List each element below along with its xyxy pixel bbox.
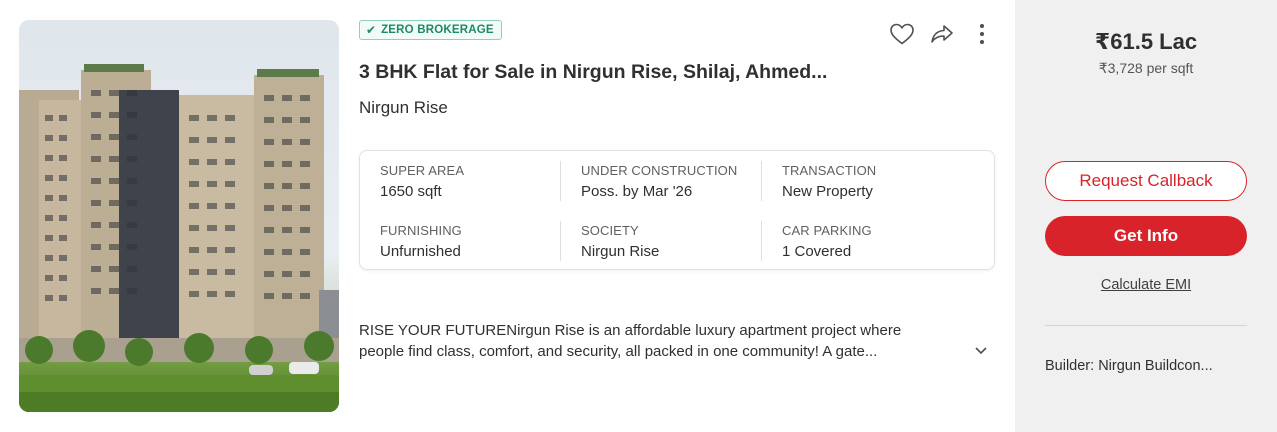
calculate-emi-link[interactable]: Calculate EMI — [1015, 277, 1277, 293]
card-actions — [889, 21, 995, 47]
detail-value: Poss. by Mar '26 — [581, 183, 693, 200]
listing-description: RISE YOUR FUTURENirgun Rise is an afford… — [359, 320, 989, 362]
description-line-2: people find class, comfort, and security… — [359, 343, 878, 360]
heart-icon[interactable] — [889, 21, 915, 47]
detail-society: SOCIETY Nirgun Rise — [581, 223, 761, 260]
description-line-1: RISE YOUR FUTURENirgun Rise is an afford… — [359, 322, 902, 339]
detail-label: SOCIETY — [581, 223, 639, 238]
detail-label: UNDER CONSTRUCTION — [581, 163, 738, 178]
listing-title[interactable]: 3 BHK Flat for Sale in Nirgun Rise, Shil… — [359, 61, 899, 84]
price: ₹61.5 Lac — [1094, 29, 1198, 54]
divider — [761, 161, 762, 201]
chevron-down-icon[interactable] — [974, 343, 988, 361]
listing-main: ✔ ZERO BROKERAGE 3 BHK Flat for Sale in … — [359, 0, 999, 432]
property-details-box: SUPER AREA 1650 sqft UNDER CONSTRUCTION … — [359, 150, 995, 270]
property-card[interactable]: ✔ ZERO BROKERAGE 3 BHK Flat for Sale in … — [0, 0, 1277, 432]
more-vertical-icon[interactable] — [969, 21, 995, 47]
divider — [1045, 325, 1247, 326]
detail-furnishing: FURNISHING Unfurnished — [380, 223, 560, 260]
detail-value: Nirgun Rise — [581, 243, 660, 260]
detail-super-area: SUPER AREA 1650 sqft — [380, 163, 560, 200]
detail-label: CAR PARKING — [782, 223, 872, 238]
price-per-sqft: ₹3,728 per sqft — [1098, 60, 1194, 76]
building-image — [19, 64, 339, 412]
detail-label: FURNISHING — [380, 223, 462, 238]
divider — [560, 221, 561, 261]
detail-transaction: TRANSACTION New Property — [782, 163, 962, 200]
detail-car-parking: CAR PARKING 1 Covered — [782, 223, 962, 260]
zero-brokerage-badge: ✔ ZERO BROKERAGE — [359, 20, 502, 40]
property-photo[interactable] — [19, 20, 339, 412]
pricing-panel: ₹61.5 Lac ₹3,728 per sqft Request Callba… — [1015, 0, 1277, 432]
badge-label: ZERO BROKERAGE — [381, 24, 494, 36]
share-icon[interactable] — [929, 21, 955, 47]
detail-label: SUPER AREA — [380, 163, 465, 178]
get-info-button[interactable]: Get Info — [1045, 216, 1247, 256]
detail-under-construction: UNDER CONSTRUCTION Poss. by Mar '26 — [581, 163, 761, 200]
detail-value: 1650 sqft — [380, 183, 442, 200]
detail-value: Unfurnished — [380, 243, 461, 260]
request-callback-button[interactable]: Request Callback — [1045, 161, 1247, 201]
divider — [560, 161, 561, 201]
society-name[interactable]: Nirgun Rise — [359, 98, 448, 118]
detail-label: TRANSACTION — [782, 163, 877, 178]
detail-value: 1 Covered — [782, 243, 852, 260]
divider — [761, 221, 762, 261]
detail-value: New Property — [782, 183, 873, 200]
check-icon: ✔ — [366, 23, 377, 37]
builder-name[interactable]: Builder: Nirgun Buildcon... — [1045, 358, 1255, 374]
